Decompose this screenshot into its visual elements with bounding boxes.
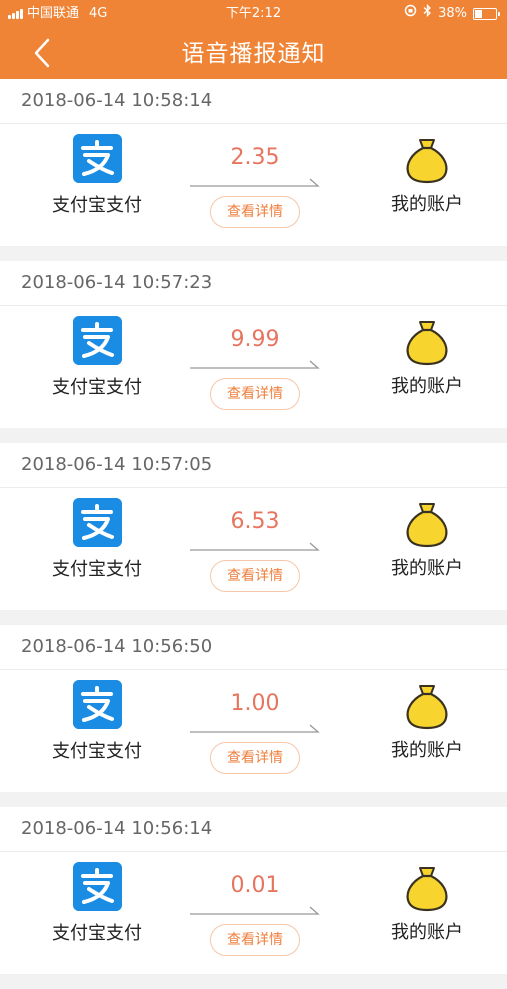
arrow-right-icon: [190, 724, 320, 733]
view-details-button[interactable]: 查看详情: [210, 378, 300, 410]
notification-list: 2018-06-14 10:58:14 支付宝支付 2.35 查看详情 我的账户…: [0, 79, 507, 989]
alipay-icon: [72, 134, 122, 183]
notification-card: 2018-06-14 10:56:14 支付宝支付 0.01 查看详情 我的账户: [0, 807, 507, 974]
arrow-right-icon: [190, 178, 320, 187]
destination-label: 我的账户: [391, 194, 463, 215]
payment-source: 支付宝支付: [22, 670, 172, 763]
destination-label: 我的账户: [391, 558, 463, 579]
alipay-icon: [72, 680, 122, 729]
battery-percent: 38%: [438, 6, 467, 21]
payment-amount: 9.99: [230, 327, 280, 352]
notification-time: 2018-06-14 10:58:14: [0, 79, 507, 124]
source-label: 支付宝支付: [52, 923, 142, 944]
alipay-icon: [72, 498, 122, 547]
transfer-info: 0.01 查看详情: [190, 852, 320, 956]
view-details-button[interactable]: 查看详情: [210, 742, 300, 774]
destination-label: 我的账户: [391, 740, 463, 761]
view-details-button[interactable]: 查看详情: [210, 560, 300, 592]
notification-card: 2018-06-14 10:57:23 支付宝支付 9.99 查看详情 我的账户: [0, 261, 507, 428]
notification-card: 2018-06-14 10:57:05 支付宝支付 6.53 查看详情 我的账户: [0, 443, 507, 610]
payment-destination: 我的账户: [352, 124, 502, 216]
payment-amount: 1.00: [230, 691, 280, 716]
money-bag-icon: [406, 867, 448, 912]
destination-label: 我的账户: [391, 376, 463, 397]
transfer-info: 6.53 查看详情: [190, 488, 320, 592]
battery-icon: [473, 7, 500, 20]
money-bag-icon: [406, 139, 448, 184]
payment-source: 支付宝支付: [22, 488, 172, 581]
source-label: 支付宝支付: [52, 195, 142, 216]
money-bag-icon: [406, 685, 448, 730]
money-bag-icon: [406, 503, 448, 548]
payment-destination: 我的账户: [352, 852, 502, 944]
payment-source: 支付宝支付: [22, 852, 172, 945]
notification-time: 2018-06-14 10:56:14: [0, 807, 507, 852]
money-bag-icon: [406, 321, 448, 366]
notification-time: 2018-06-14 10:57:05: [0, 443, 507, 488]
payment-amount: 2.35: [230, 145, 280, 170]
source-label: 支付宝支付: [52, 559, 142, 580]
bluetooth-icon: [423, 0, 432, 27]
transfer-info: 1.00 查看详情: [190, 670, 320, 774]
destination-label: 我的账户: [391, 922, 463, 943]
status-bar: 中国联通 4G 下午2:12 38%: [0, 0, 507, 27]
page-title: 语音播报通知: [181, 41, 326, 67]
orientation-lock-icon: [404, 0, 417, 27]
arrow-right-icon: [190, 542, 320, 551]
alipay-icon: [72, 862, 122, 911]
alipay-icon: [72, 316, 122, 365]
payment-source: 支付宝支付: [22, 306, 172, 399]
source-label: 支付宝支付: [52, 741, 142, 762]
payment-destination: 我的账户: [352, 488, 502, 580]
app-header: 中国联通 4G 下午2:12 38% 语音播报通知: [0, 0, 507, 79]
notification-card: 2018-06-14 10:56:50 支付宝支付 1.00 查看详情 我的账户: [0, 625, 507, 792]
view-details-button[interactable]: 查看详情: [210, 196, 300, 228]
payment-amount: 6.53: [230, 509, 280, 534]
transfer-info: 2.35 查看详情: [190, 124, 320, 228]
notification-time: 2018-06-14 10:56:50: [0, 625, 507, 670]
view-details-button[interactable]: 查看详情: [210, 924, 300, 956]
notification-card: 2018-06-14 10:58:14 支付宝支付 2.35 查看详情 我的账户: [0, 79, 507, 246]
payment-source: 支付宝支付: [22, 124, 172, 217]
payment-destination: 我的账户: [352, 306, 502, 398]
arrow-right-icon: [190, 906, 320, 915]
source-label: 支付宝支付: [52, 377, 142, 398]
transfer-info: 9.99 查看详情: [190, 306, 320, 410]
payment-amount: 0.01: [230, 873, 280, 898]
arrow-right-icon: [190, 360, 320, 369]
payment-destination: 我的账户: [352, 670, 502, 762]
notification-time: 2018-06-14 10:57:23: [0, 261, 507, 306]
